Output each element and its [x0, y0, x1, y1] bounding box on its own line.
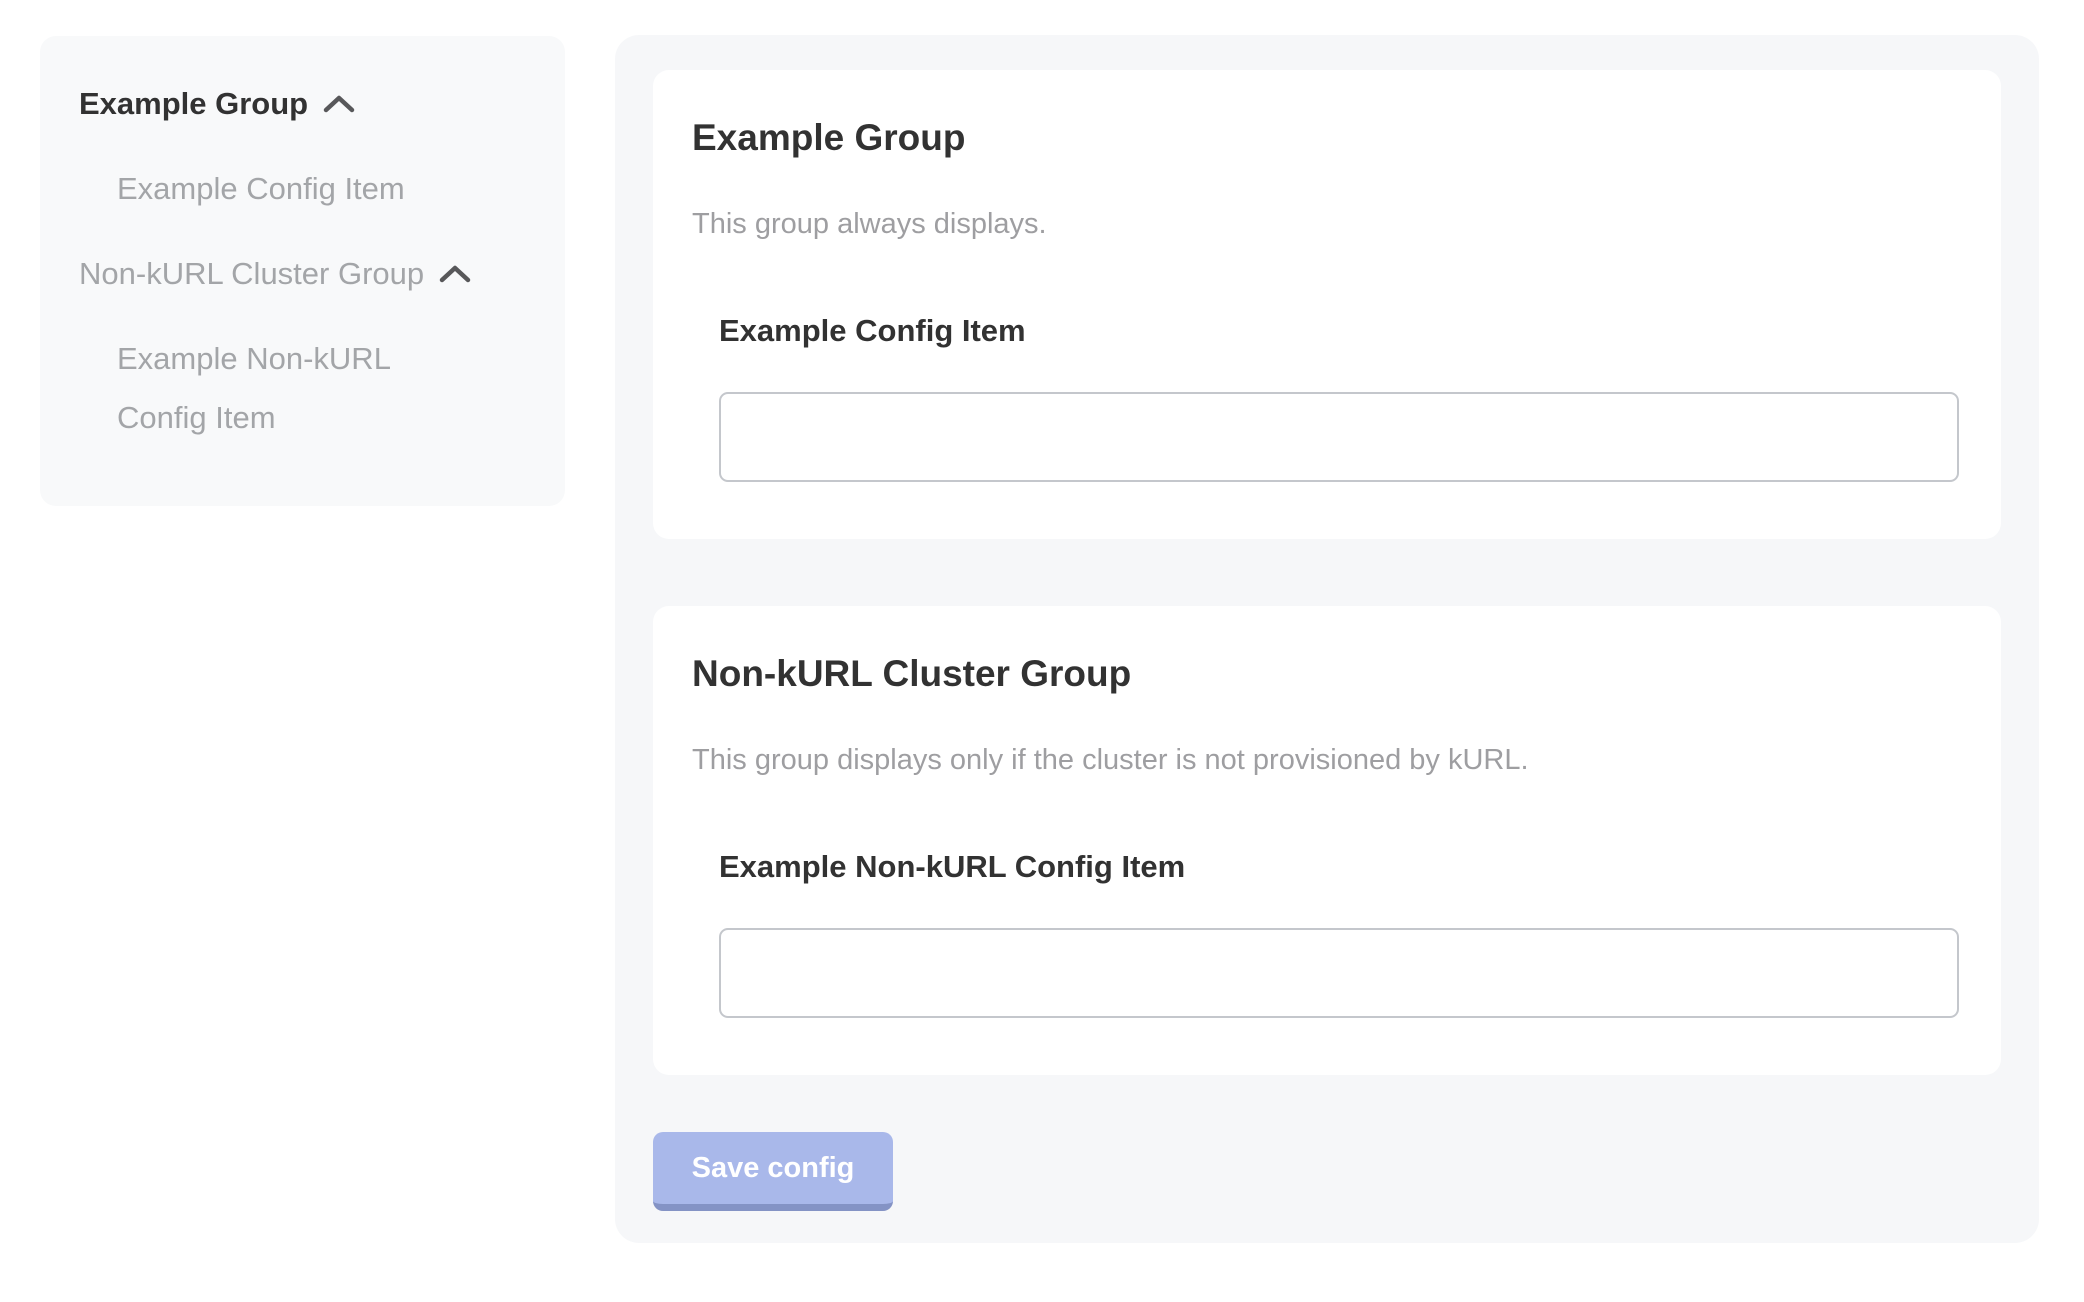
config-group-card-non-kurl-cluster-group: Non-kURL Cluster Group This group displa… — [653, 606, 2001, 1075]
sidebar-item-example-config-item[interactable]: Example Config Item — [117, 159, 457, 218]
config-item: Example Non-kURL Config Item — [719, 848, 1957, 1018]
config-panel: Example Group This group always displays… — [615, 35, 2039, 1243]
config-item-label: Example Config Item — [719, 312, 1957, 350]
sidebar-group-non-kurl-cluster-group[interactable]: Non-kURL Cluster Group — [79, 244, 545, 303]
config-item: Example Config Item — [719, 312, 1957, 482]
example-non-kurl-config-item-input[interactable] — [719, 928, 1959, 1018]
config-group-card-example-group: Example Group This group always displays… — [653, 70, 2001, 539]
config-nav: Example Group Example Config Item Non-kU… — [79, 74, 545, 447]
sidebar-group-label: Non-kURL Cluster Group — [79, 244, 424, 303]
sidebar-group-example-group[interactable]: Example Group — [79, 74, 545, 133]
save-config-button[interactable]: Save config — [653, 1132, 893, 1211]
group-title: Non-kURL Cluster Group — [692, 652, 1957, 696]
config-nav-sidebar: Example Group Example Config Item Non-kU… — [40, 36, 565, 506]
example-config-item-input[interactable] — [719, 392, 1959, 482]
chevron-up-icon — [322, 93, 356, 115]
chevron-up-icon — [438, 263, 472, 285]
group-description: This group displays only if the cluster … — [692, 742, 1957, 778]
sidebar-item-example-non-kurl-config-item[interactable]: Example Non-kURL Config Item — [117, 329, 457, 447]
group-title: Example Group — [692, 116, 1957, 160]
sidebar-group-label: Example Group — [79, 74, 308, 133]
group-description: This group always displays. — [692, 206, 1957, 242]
config-item-label: Example Non-kURL Config Item — [719, 848, 1957, 886]
